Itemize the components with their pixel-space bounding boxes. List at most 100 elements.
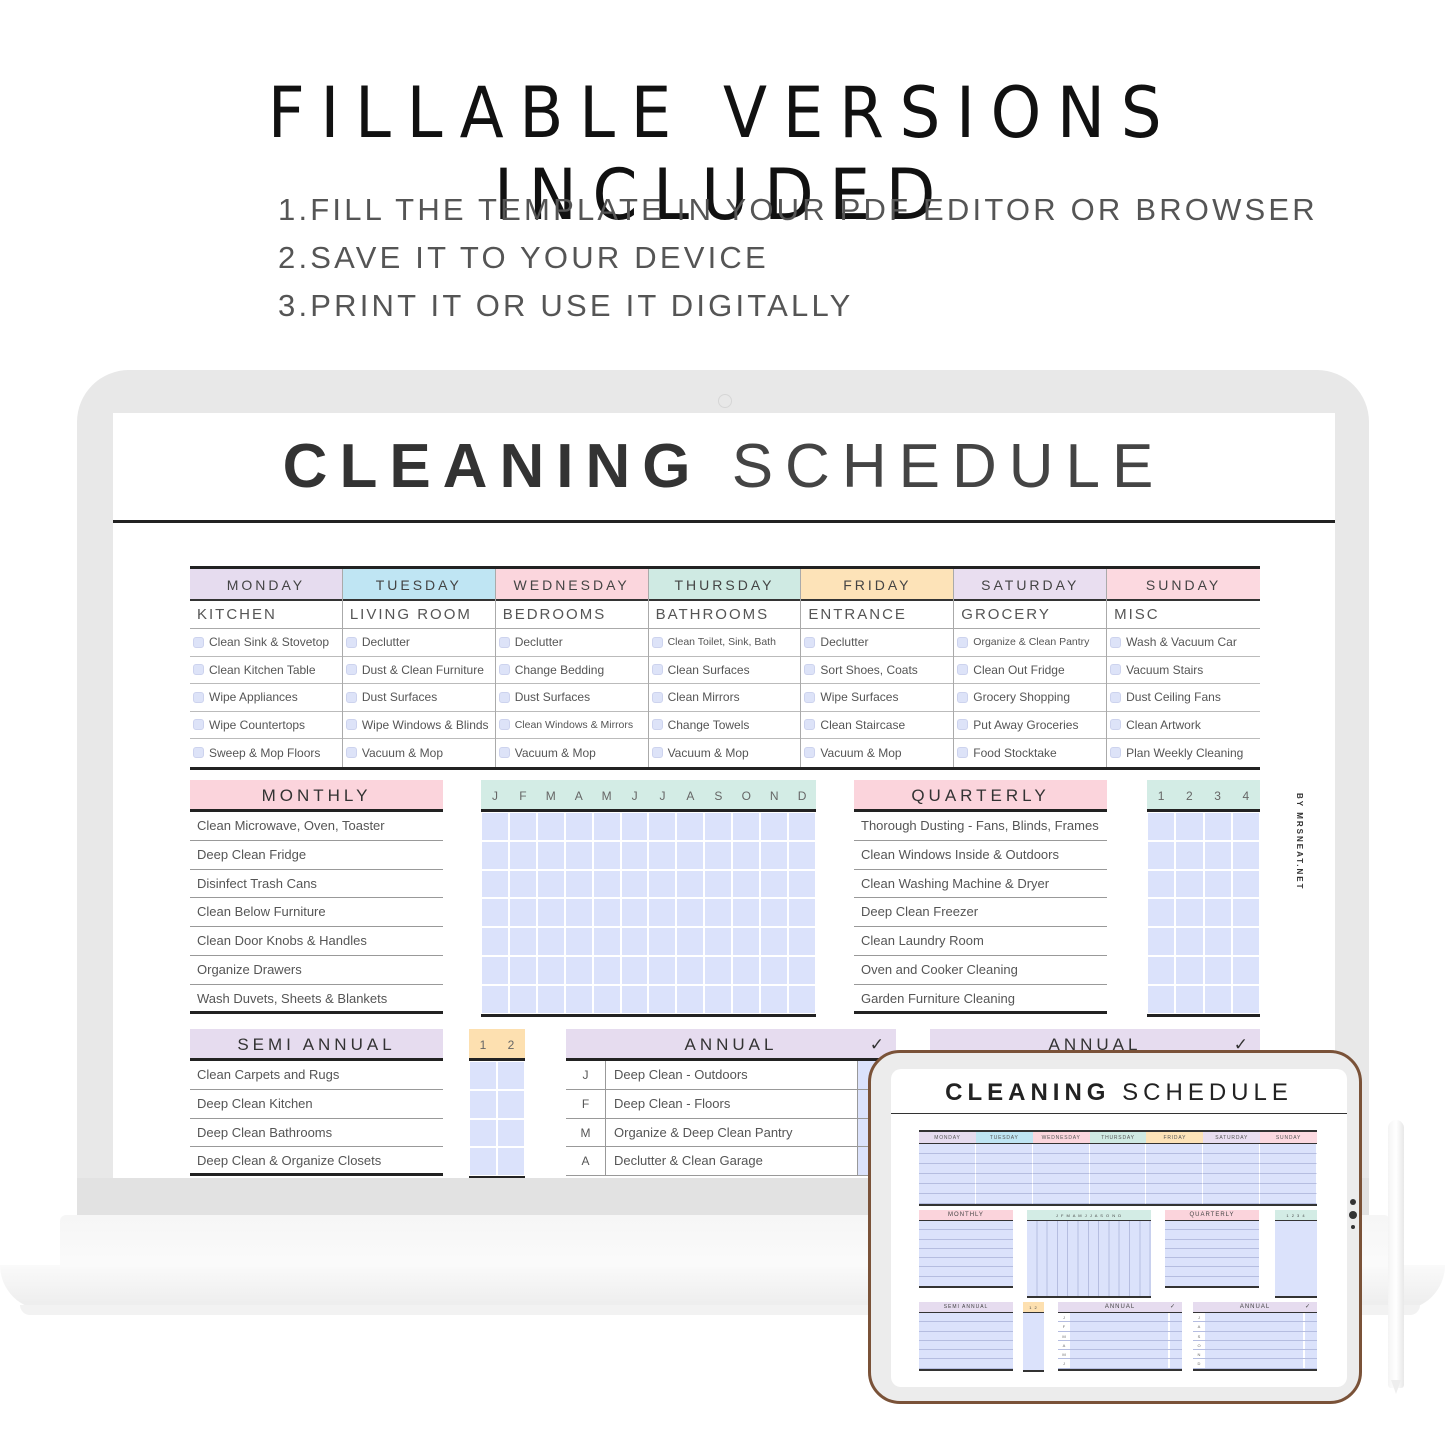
tablet-task-cell[interactable] <box>1260 1184 1317 1194</box>
tablet-task-cell[interactable] <box>1089 1164 1147 1174</box>
tablet-task-cell[interactable] <box>1032 1154 1090 1164</box>
tracker-cell[interactable] <box>565 928 592 955</box>
tablet-task-cell[interactable] <box>1203 1184 1261 1194</box>
tablet-task-cell[interactable] <box>1203 1164 1261 1174</box>
task-checkbox[interactable] <box>651 719 663 731</box>
tracker-cell[interactable] <box>1232 813 1259 840</box>
tracker-cell[interactable] <box>677 870 704 898</box>
task-checkbox[interactable] <box>804 664 816 676</box>
tracker-cell[interactable] <box>733 899 760 927</box>
list-item[interactable]: Deep Clean Kitchen <box>190 1090 443 1119</box>
tablet-task-cell[interactable] <box>1032 1184 1090 1194</box>
tracker-cell[interactable] <box>621 985 648 1013</box>
task-checkbox[interactable] <box>193 747 204 759</box>
tablet-annual-check[interactable] <box>1303 1331 1317 1340</box>
tracker-cell[interactable] <box>761 870 788 898</box>
tracker-cell[interactable] <box>621 956 648 984</box>
annual-task[interactable]: Deep Clean - Floors <box>606 1089 858 1118</box>
tracker-cell[interactable] <box>705 899 732 927</box>
task-checkbox[interactable] <box>651 747 663 759</box>
tablet-task-cell[interactable] <box>1032 1144 1090 1154</box>
tracker-cell[interactable] <box>498 1090 524 1118</box>
tracker-cell[interactable] <box>1176 870 1203 898</box>
list-item[interactable]: Garden Furniture Cleaning <box>854 985 1107 1014</box>
tracker-cell[interactable] <box>482 928 508 955</box>
task-checkbox[interactable] <box>498 691 510 703</box>
tablet-task-cell[interactable] <box>1146 1194 1204 1204</box>
task-checkbox[interactable] <box>804 747 816 759</box>
tablet-task-cell[interactable] <box>1089 1194 1147 1204</box>
tracker-cell[interactable] <box>1176 813 1203 840</box>
tablet-task-cell[interactable] <box>975 1184 1033 1194</box>
tablet-task-cell[interactable] <box>1089 1174 1147 1184</box>
tracker-cell[interactable] <box>593 956 620 984</box>
tracker-cell[interactable] <box>1176 956 1203 984</box>
tablet-task-cell[interactable] <box>975 1164 1033 1174</box>
tracker-cell[interactable] <box>1204 813 1231 840</box>
tablet-annual-check[interactable] <box>1303 1313 1317 1322</box>
tablet-annual-check[interactable] <box>1303 1322 1317 1331</box>
tablet-annual-field[interactable] <box>1205 1359 1303 1367</box>
tracker-cell[interactable] <box>1204 985 1231 1013</box>
tablet-task-cell[interactable] <box>1203 1144 1261 1154</box>
task-checkbox[interactable] <box>651 691 663 703</box>
tracker-cell[interactable] <box>621 841 648 869</box>
tracker-cell[interactable] <box>1176 928 1203 955</box>
tracker-cell[interactable] <box>621 928 648 955</box>
tracker-cell[interactable] <box>649 870 676 898</box>
tracker-cell[interactable] <box>649 813 676 840</box>
task-checkbox[interactable] <box>804 691 816 703</box>
tracker-cell[interactable] <box>1148 985 1175 1013</box>
tracker-cell[interactable] <box>482 841 508 869</box>
tracker-cell[interactable] <box>482 956 508 984</box>
tablet-task-cell[interactable] <box>1203 1174 1261 1184</box>
task-checkbox[interactable] <box>1110 747 1122 759</box>
tracker-cell[interactable] <box>705 928 732 955</box>
tracker-cell[interactable] <box>705 985 732 1013</box>
tracker-cell[interactable] <box>733 813 760 840</box>
tracker-cell[interactable] <box>537 956 564 984</box>
task-checkbox[interactable] <box>1110 691 1122 703</box>
tracker-cell[interactable] <box>677 985 704 1013</box>
task-checkbox[interactable] <box>804 719 816 731</box>
tracker-cell[interactable] <box>789 928 815 955</box>
tablet-task-cell[interactable] <box>1260 1194 1317 1204</box>
tracker-cell[interactable] <box>1204 841 1231 869</box>
tablet-task-cell[interactable] <box>919 1174 976 1184</box>
tablet-task-cell[interactable] <box>1260 1154 1317 1164</box>
tablet-task-cell[interactable] <box>919 1184 976 1194</box>
tracker-cell[interactable] <box>1148 956 1175 984</box>
tracker-cell[interactable] <box>649 899 676 927</box>
tracker-cell[interactable] <box>649 985 676 1013</box>
task-checkbox[interactable] <box>193 719 204 731</box>
tracker-cell[interactable] <box>537 841 564 869</box>
tracker-cell[interactable] <box>761 956 788 984</box>
task-checkbox[interactable] <box>498 636 510 648</box>
tracker-cell[interactable] <box>705 870 732 898</box>
tablet-task-cell[interactable] <box>1146 1164 1204 1174</box>
tracker-cell[interactable] <box>593 870 620 898</box>
tracker-cell[interactable] <box>1232 870 1259 898</box>
tracker-cell[interactable] <box>509 813 536 840</box>
tracker-cell[interactable] <box>1148 928 1175 955</box>
list-item[interactable]: Clean Below Furniture <box>190 898 443 928</box>
task-checkbox[interactable] <box>345 636 357 648</box>
tablet-annual-check[interactable] <box>1168 1313 1182 1322</box>
tracker-cell[interactable] <box>482 813 508 840</box>
tablet-task-cell[interactable] <box>919 1164 976 1174</box>
tracker-cell[interactable] <box>509 841 536 869</box>
annual-task[interactable]: Organize & Deep Clean Pantry <box>606 1118 858 1147</box>
tracker-cell[interactable] <box>789 813 815 840</box>
tracker-cell[interactable] <box>705 813 732 840</box>
tablet-annual-check[interactable] <box>1168 1350 1182 1359</box>
task-checkbox[interactable] <box>651 664 663 676</box>
task-checkbox[interactable] <box>1110 719 1122 731</box>
tablet-task-cell[interactable] <box>1203 1194 1261 1204</box>
tracker-cell[interactable] <box>1204 956 1231 984</box>
list-item[interactable]: Deep Clean Fridge <box>190 841 443 870</box>
tracker-cell[interactable] <box>1176 899 1203 927</box>
tablet-task-cell[interactable] <box>975 1144 1033 1154</box>
tracker-cell[interactable] <box>677 956 704 984</box>
tablet-task-cell[interactable] <box>919 1144 976 1154</box>
task-checkbox[interactable] <box>193 636 204 648</box>
